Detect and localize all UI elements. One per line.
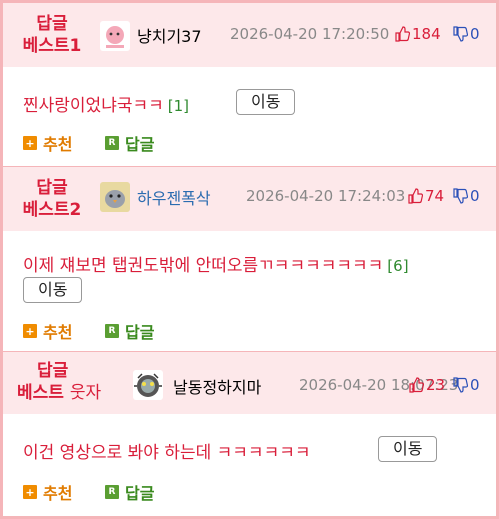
best-reply-header: 답글 베스트 웃자 날동정하지마 2026-04-20 18:07:23 23 xyxy=(3,352,496,414)
r-badge-icon: R xyxy=(105,485,119,499)
board-name[interactable]: 웃자 xyxy=(70,383,101,403)
reply-text: 이제 쟤보면 탭권도밖에 안떠오름ㄲㅋㅋㅋㅋㅋㅋㅋ xyxy=(23,256,384,276)
recommend-button[interactable]: + 추천 xyxy=(23,131,72,155)
recommend-button[interactable]: + 추천 xyxy=(23,480,72,504)
best-replies-panel: 답글 베스트1 냥치기37 2026-04-20 17:20:50 184 0 … xyxy=(0,0,499,519)
nickname[interactable]: 날동정하지마 xyxy=(173,374,261,398)
upvote-button[interactable]: 23 xyxy=(408,376,445,394)
downvote-count: 0 xyxy=(470,25,480,43)
reply-text: 이건 영상으로 봐야 하는데 ㅋㅋㅋㅋㅋㅋ xyxy=(23,443,311,463)
downvote-button[interactable]: 0 xyxy=(452,376,480,394)
best-reply-2: 답글 베스트2 하우젠폭삭 2026-04-20 17:24:03 74 0 이… xyxy=(3,167,496,352)
reply-content: 이제 쟤보면 탭권도밖에 안떠오름ㄲㅋㅋㅋㅋㅋㅋㅋ [6] xyxy=(23,251,409,276)
best-badge: 답글 베스트 웃자 xyxy=(17,360,117,404)
move-button[interactable]: 이동 xyxy=(23,277,83,303)
thumbs-up-icon xyxy=(408,188,423,204)
upvote-button[interactable]: 184 xyxy=(394,25,441,43)
best-badge: 답글 베스트2 xyxy=(17,177,87,221)
recommend-label: 추천 xyxy=(43,135,73,154)
reply-label: 답글 xyxy=(125,135,155,154)
badge-line2: 베스트2 xyxy=(22,200,82,220)
badge-line2: 베스트 xyxy=(17,383,64,403)
best-reply-3: 답글 베스트 웃자 날동정하지마 2026-04-20 18:07:23 23 xyxy=(3,352,496,519)
downvote-button[interactable]: 0 xyxy=(452,187,480,205)
avatar[interactable] xyxy=(100,21,130,51)
downvote-count: 0 xyxy=(470,376,480,394)
nickname[interactable]: 하우젠폭삭 xyxy=(137,185,211,209)
thumbs-down-icon xyxy=(453,26,468,42)
nickname[interactable]: 냥치기37 xyxy=(137,23,202,47)
move-button[interactable]: 이동 xyxy=(378,436,438,462)
badge-line2: 베스트1 xyxy=(22,36,82,56)
best-reply-header: 답글 베스트2 하우젠폭삭 2026-04-20 17:24:03 74 0 xyxy=(3,167,496,231)
badge-line1: 답글 xyxy=(36,14,68,34)
plus-icon: + xyxy=(23,136,37,150)
best-badge: 답글 베스트1 xyxy=(17,13,87,57)
reply-label: 답글 xyxy=(125,323,155,342)
upvote-count: 23 xyxy=(426,376,446,394)
thumbs-down-icon xyxy=(453,377,468,393)
reply-button[interactable]: R 답글 xyxy=(105,319,154,343)
best-reply-1: 답글 베스트1 냥치기37 2026-04-20 17:20:50 184 0 … xyxy=(3,3,496,168)
thumbs-down-icon xyxy=(453,188,468,204)
downvote-button[interactable]: 0 xyxy=(452,25,480,43)
thumbs-up-icon xyxy=(395,26,410,42)
reply-content: 찐사랑이었냐국ㅋㅋ [1] xyxy=(23,91,189,116)
downvote-count: 0 xyxy=(470,187,480,205)
post-date: 2026-04-20 17:24:03 xyxy=(246,187,406,205)
badge-line1: 답글 xyxy=(36,178,68,198)
plus-icon: + xyxy=(23,485,37,499)
reply-label: 답글 xyxy=(125,484,155,503)
reply-count[interactable]: [6] xyxy=(387,257,408,275)
upvote-count: 74 xyxy=(425,187,445,205)
avatar[interactable] xyxy=(133,370,163,400)
reply-button[interactable]: R 답글 xyxy=(105,131,154,155)
upvote-count: 184 xyxy=(412,25,441,43)
avatar[interactable] xyxy=(100,182,130,212)
best-reply-header: 답글 베스트1 냥치기37 2026-04-20 17:20:50 184 0 xyxy=(3,3,496,67)
reply-text: 찐사랑이었냐국ㅋㅋ xyxy=(23,96,164,116)
move-button[interactable]: 이동 xyxy=(236,89,296,115)
post-date: 2026-04-20 17:20:50 xyxy=(230,25,390,43)
recommend-label: 추천 xyxy=(43,323,73,342)
r-badge-icon: R xyxy=(105,324,119,338)
badge-line1: 답글 xyxy=(37,361,69,381)
reply-count[interactable]: [1] xyxy=(168,97,189,115)
recommend-button[interactable]: + 추천 xyxy=(23,319,72,343)
reply-button[interactable]: R 답글 xyxy=(105,480,154,504)
recommend-label: 추천 xyxy=(43,484,73,503)
plus-icon: + xyxy=(23,324,37,338)
upvote-button[interactable]: 74 xyxy=(407,187,444,205)
reply-content: 이건 영상으로 봐야 하는데 ㅋㅋㅋㅋㅋㅋ xyxy=(23,438,315,463)
thumbs-up-icon xyxy=(409,377,424,393)
r-badge-icon: R xyxy=(105,136,119,150)
